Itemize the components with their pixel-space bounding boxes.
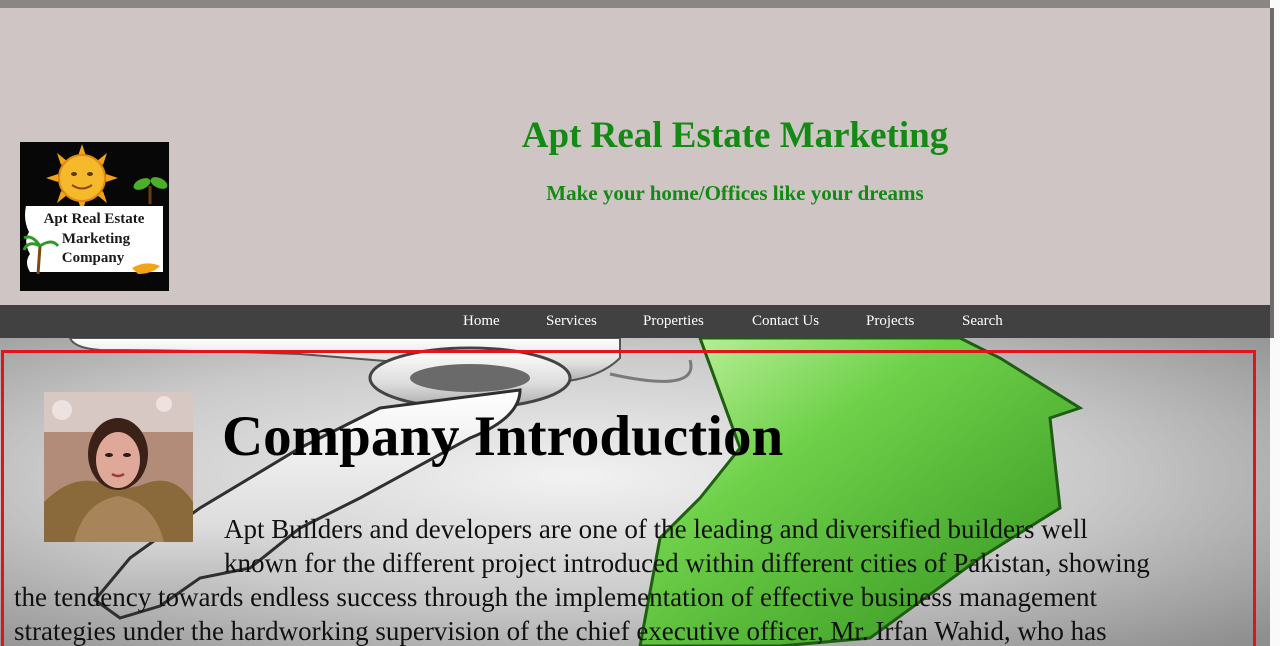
logo-text-line-3: Company [62,250,125,266]
nav-item-contact-us[interactable]: Contact Us [752,313,819,330]
intro-paragraph-line-2: known for the different project introduc… [224,548,1150,578]
intro-paragraph-line-1: Apt Builders and developers are one of t… [224,514,1088,544]
ceo-profile-photo [44,392,193,542]
nav-item-home[interactable]: Home [463,313,500,330]
intro-heading: Company Introduction [222,405,784,468]
site-title: Apt Real Estate Marketing [521,115,949,156]
nav-item-projects[interactable]: Projects [866,313,914,330]
logo-text-line-1: Apt Real Estate [44,211,145,227]
intro-paragraph-line-4: strategies under the hardworking supervi… [14,616,1107,646]
main-content: Company Introduction Apt Builders and de… [0,338,1270,646]
intro-paragraph-line-3: the tendency towards endless success thr… [14,582,1097,612]
window-top-border [0,0,1280,8]
site-tagline: Make your home/Offices like your dreams [546,181,924,205]
person-photo-icon [44,392,193,542]
site-header: Apt Real Estate Marketing Company Apt Re… [0,8,1270,305]
nav-item-services[interactable]: Services [546,313,597,330]
sun-plant-logo-icon: Apt Real Estate Marketing Company [22,144,168,275]
main-navigation: Home Services Properties Contact Us Proj… [0,305,1270,338]
window-right-border [1270,8,1274,338]
company-logo[interactable]: Apt Real Estate Marketing Company [20,142,169,291]
nav-item-properties[interactable]: Properties [643,313,704,330]
logo-text-line-2: Marketing [62,231,131,247]
nav-item-search[interactable]: Search [962,313,1003,330]
